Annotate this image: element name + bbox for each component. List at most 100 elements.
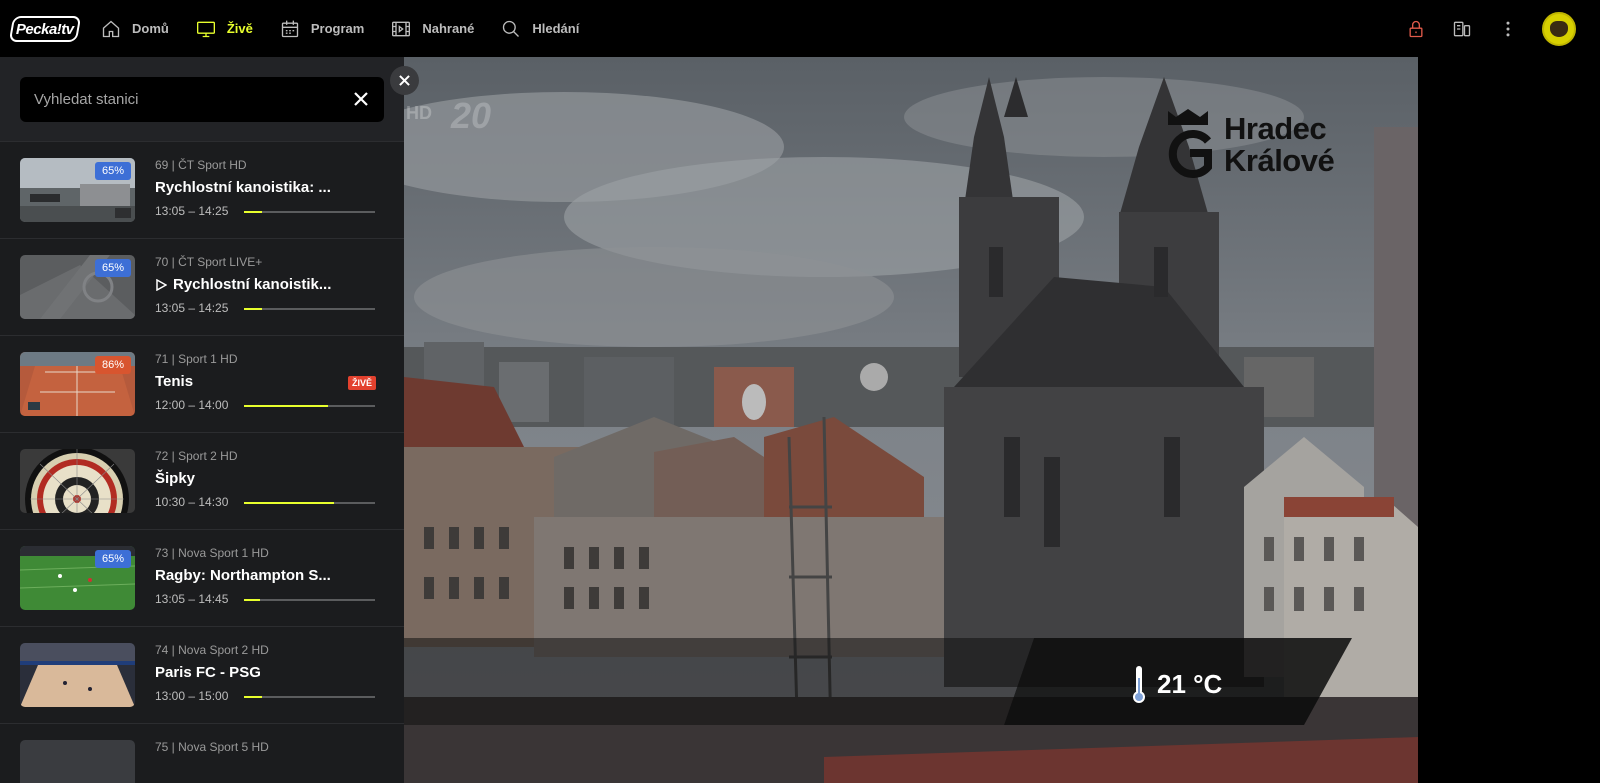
program-title-text: Šipky [155,470,196,487]
program-progress-bar [244,502,375,504]
program-progress-bar [244,599,375,601]
channel-sidebar: 65% 69 | ČT Sport HD Rychlostní kanoisti… [0,57,404,783]
channel-item[interactable]: 86% 71 | Sport 1 HD Tenis ŽIVĚ 12:00 – 1… [0,336,404,433]
logo-text: Pecka!tv [16,20,74,38]
channel-item[interactable]: 75 | Nova Sport 5 HD [0,724,404,783]
program-title-text: Tenis [155,373,194,390]
program-title-text: Ragby: Northampton S... [155,567,331,584]
watched-percent-badge: 65% [94,550,131,568]
program-title: Tenis [155,373,193,390]
progress-fill [244,696,263,698]
play-icon [156,278,167,291]
channel-thumbnail: 65% [20,158,135,222]
channel-thumbnail: 65% [20,255,135,319]
tv-icon [195,18,217,40]
lock-icon[interactable] [1404,17,1428,41]
channel-number-name: 74 | Nova Sport 2 HD [155,643,269,657]
channel-watermark-20: 20 [451,95,492,136]
calendar-icon [279,18,301,40]
nav-home[interactable]: Domů [100,18,169,40]
channel-number-name: 71 | Sport 1 HD [155,352,238,366]
watched-percent-badge: 86% [94,356,131,374]
watched-percent-badge: 65% [94,162,131,180]
program-progress-bar [244,696,375,698]
nav-home-label: Domů [132,21,169,36]
program-time: 13:05 – 14:25 [155,301,229,315]
nav-live-label: Živě [226,21,253,36]
channel-thumbnail [20,643,135,707]
hradec-kralove-logo: Hradec Králové [1164,107,1335,183]
program-title-text: Rychlostní kanoistika: ... [155,179,331,196]
thermometer-icon [1133,666,1145,703]
bison-avatar[interactable] [1542,11,1576,46]
temperature-value: 21 °C [1157,668,1223,699]
search-area [0,57,404,142]
devices-icon[interactable] [1450,17,1474,41]
nav-program[interactable]: Program [279,18,364,40]
brand-text: Hradec Králové [1224,111,1335,178]
watched-percent-badge: 65% [94,259,131,277]
channel-item[interactable]: 74 | Nova Sport 2 HD Paris FC - PSG 13:0… [0,627,404,724]
program-time: 10:30 – 14:30 [155,495,229,509]
program-title: Paris FC - PSG [155,664,261,681]
more-vertical-icon[interactable] [1496,17,1520,41]
program-title: Šipky [155,470,195,487]
program-title-text: Paris FC - PSG [155,664,261,681]
program-time: 13:05 – 14:25 [155,204,229,218]
channel-thumbnail: 65% [20,546,135,610]
close-icon [399,75,410,86]
search-box [20,77,384,122]
top-bar: Pecka!tv Domů Živě Program Nahrané Hledá… [0,0,1600,57]
program-progress-bar [244,308,375,310]
channel-number-name: 75 | Nova Sport 5 HD [155,740,269,754]
channel-number-name: 70 | ČT Sport LIVE+ [155,255,263,269]
program-title: Rychlostní kanoistika: ... [155,179,331,196]
close-sidebar-button[interactable] [390,66,419,95]
search-icon [500,18,522,40]
temperature-readout: 21 °C [1131,664,1222,704]
channel-thumbnail [20,449,135,513]
nav-recordings-label: Nahrané [422,21,475,36]
pecka-logo[interactable]: Pecka!tv [8,16,82,42]
nav-search-label: Hledání [532,21,580,36]
channel-item[interactable]: 65% 69 | ČT Sport HD Rychlostní kanoisti… [0,142,404,239]
nav-program-label: Program [310,21,365,36]
top-right-controls [1404,0,1600,57]
program-progress-bar [244,211,375,213]
clear-search-icon[interactable] [350,88,372,110]
progress-fill [244,211,263,213]
nav-search[interactable]: Hledání [500,18,579,40]
program-title: Rychlostní kanoistik... [155,276,331,293]
program-time: 13:05 – 14:45 [155,592,229,606]
program-title: Ragby: Northampton S... [155,567,331,584]
channel-number-name: 72 | Sport 2 HD [155,449,238,463]
crown-g-icon [1168,109,1212,178]
progress-fill [244,502,335,504]
nav-live[interactable]: Živě [195,18,253,40]
brand-line1: Hradec [1224,111,1327,146]
letterbox-right [1418,57,1600,783]
channel-thumbnail [20,740,135,783]
program-title-text: Rychlostní kanoistik... [173,276,332,293]
live-badge: ŽIVĚ [347,376,376,390]
nav-recordings[interactable]: Nahrané [390,18,474,40]
channel-item[interactable]: 65% 70 | ČT Sport LIVE+ Rychlostní kanoi… [0,239,404,336]
station-search-input[interactable] [34,91,334,108]
video-player[interactable]: HD 20 Hradec Králové 21 °C [404,57,1418,783]
main-nav: Domů Živě Program Nahrané Hledání [100,0,605,57]
program-progress-bar [244,405,375,407]
progress-fill [244,405,328,407]
home-icon [100,18,122,40]
program-time: 13:00 – 15:00 [155,689,229,703]
channel-item[interactable]: 65% 73 | Nova Sport 1 HD Ragby: Northamp… [0,530,404,627]
channel-thumbnail: 86% [20,352,135,416]
channel-watermark-hd: HD [406,103,432,123]
channel-item[interactable]: 72 | Sport 2 HD Šipky 10:30 – 14:30 [0,433,404,530]
program-time: 12:00 – 14:00 [155,398,229,412]
channel-number-name: 69 | ČT Sport HD [155,158,247,172]
progress-fill [244,308,263,310]
brand-line2: Králové [1224,143,1335,178]
channel-number-name: 73 | Nova Sport 1 HD [155,546,269,560]
avatar-image [1550,20,1568,37]
progress-fill [244,599,260,601]
